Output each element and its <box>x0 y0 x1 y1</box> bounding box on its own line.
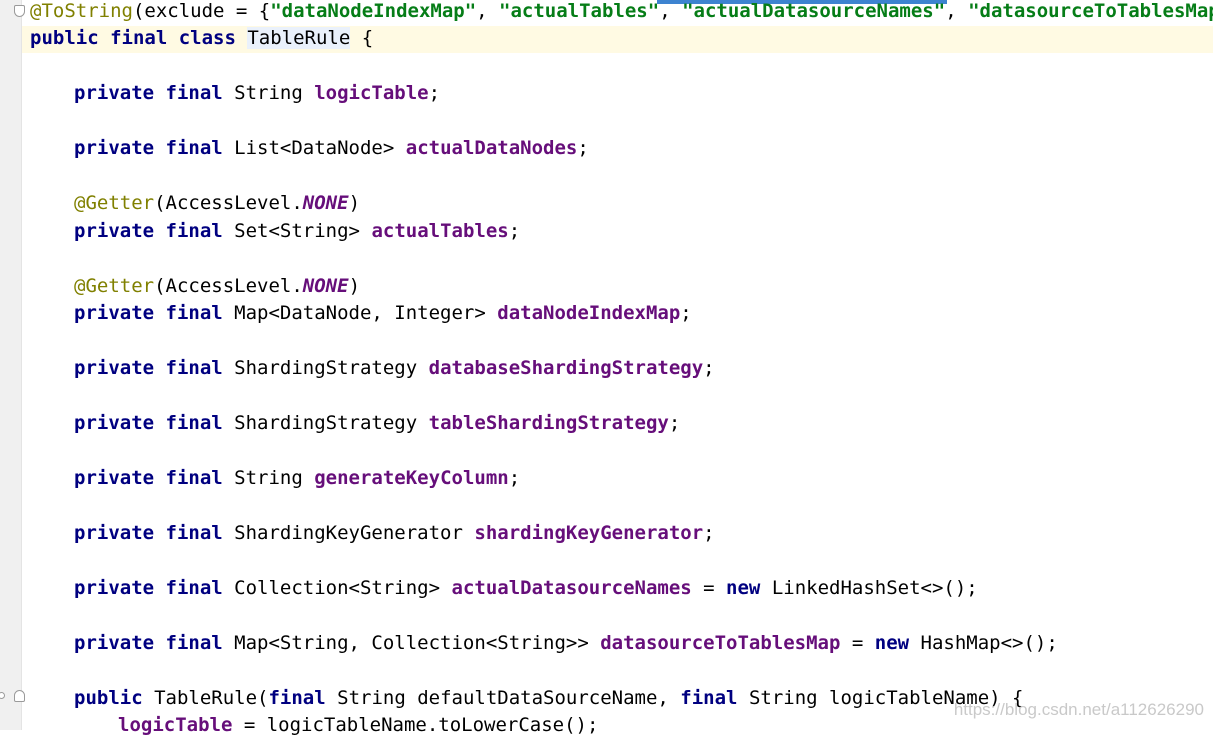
type-name: String <box>234 467 315 489</box>
code-text: ; <box>680 302 692 324</box>
field-name: datasourceToTablesMap <box>600 632 841 654</box>
field-name: actualDatasourceNames <box>451 577 692 599</box>
code-text: LinkedHashSet<>(); <box>760 577 978 599</box>
code-line-field[interactable]: private final ShardingKeyGenerator shard… <box>74 520 715 547</box>
type-name: Map<String, Collection<String>> <box>234 632 601 654</box>
keyword: final <box>268 687 326 709</box>
keyword: private final <box>74 137 235 159</box>
type-name: Collection<String> <box>234 577 452 599</box>
keyword: private final <box>74 577 235 599</box>
code-line-tostring[interactable]: @ToString(exclude = {"dataNodeIndexMap",… <box>30 0 1213 25</box>
code-text: (exclude = { <box>132 0 271 22</box>
keyword: private final <box>74 522 235 544</box>
annotation: @Getter <box>74 275 155 297</box>
code-text: ; <box>668 412 681 434</box>
code-text: HashMap<>(); <box>909 632 1058 654</box>
code-text: = <box>840 632 875 654</box>
keyword: private final <box>74 357 235 379</box>
code-line-field[interactable]: private final ShardingStrategy tableShar… <box>74 410 680 437</box>
code-text: = <box>691 577 727 599</box>
fold-marker-icon[interactable] <box>14 690 25 702</box>
keyword: public final class <box>30 27 248 49</box>
code-line-field[interactable]: private final List<DataNode> actualDataN… <box>74 135 589 162</box>
field-name: logicTable <box>314 82 429 104</box>
code-text: , <box>945 0 969 22</box>
keyword: private final <box>74 302 235 324</box>
code-text: ; <box>703 357 715 379</box>
keyword: new <box>726 577 761 599</box>
keyword: private final <box>74 82 235 104</box>
code-text: = logicTableName.toLowerCase(); <box>232 714 599 736</box>
code-text: { <box>350 27 374 49</box>
type-name: ShardingKeyGenerator <box>234 522 475 544</box>
method-name: TableRule( <box>142 687 269 709</box>
type-name: List<DataNode> <box>234 137 406 159</box>
code-text: ; <box>508 467 521 489</box>
code-line-class-decl[interactable]: public final class TableRule { <box>30 25 373 52</box>
code-line-field[interactable]: private final ShardingStrategy databaseS… <box>74 355 715 382</box>
field-name: shardingKeyGenerator <box>474 522 704 544</box>
field-name: tableShardingStrategy <box>428 412 669 434</box>
keyword: new <box>874 632 910 654</box>
keyword: private final <box>74 412 235 434</box>
code-line-annotation[interactable]: @Getter(AccessLevel.NONE) <box>74 273 360 300</box>
code-line-field[interactable]: private final Map<String, Collection<Str… <box>74 630 1058 657</box>
code-line-field[interactable]: private final Set<String> actualTables; <box>74 218 520 245</box>
enum-constant: NONE <box>302 275 349 297</box>
keyword: public <box>74 687 143 709</box>
editor-gutter <box>0 0 22 730</box>
code-line-field[interactable]: private final Map<DataNode, Integer> dat… <box>74 300 692 327</box>
fold-marker-icon[interactable] <box>14 5 25 17</box>
watermark: https://blog.csdn.net/a112626290 <box>953 700 1204 719</box>
code-text: , <box>476 0 500 22</box>
keyword: private final <box>74 467 235 489</box>
code-text: , <box>659 0 683 22</box>
field-name: dataNodeIndexMap <box>497 302 681 324</box>
code-line-field[interactable]: private final String logicTable; <box>74 80 440 107</box>
enum-constant: NONE <box>302 192 349 214</box>
string-literal: "actualDatasourceNames" <box>682 0 946 22</box>
code-text: ; <box>577 137 589 159</box>
field-name: databaseShardingStrategy <box>428 357 704 379</box>
code-line-ctor-body[interactable]: logicTable = logicTableName.toLowerCase(… <box>118 712 598 739</box>
code-text: ; <box>508 220 521 242</box>
code-line-field[interactable]: private final String generateKeyColumn; <box>74 465 520 492</box>
type-name: Set<String> <box>234 220 372 242</box>
code-text: ; <box>703 522 715 544</box>
type-name: Map<DataNode, Integer> <box>234 302 498 324</box>
keyword: final <box>680 687 738 709</box>
annotation: @Getter <box>74 192 155 214</box>
type-name: ShardingStrategy <box>234 357 429 379</box>
code-line-constructor[interactable]: public TableRule(final String defaultDat… <box>74 685 1023 712</box>
field-name: actualTables <box>371 220 509 242</box>
code-text: (AccessLevel. <box>154 192 303 214</box>
string-literal: "datasourceToTablesMap" <box>968 0 1213 22</box>
code-text: (AccessLevel. <box>154 275 303 297</box>
code-text: String defaultDataSourceName, <box>325 687 681 709</box>
code-text: ) <box>348 275 361 297</box>
class-name: TableRule <box>247 27 351 49</box>
annotation: @ToString <box>30 0 133 22</box>
string-literal: "actualTables" <box>499 0 660 22</box>
field-name: generateKeyColumn <box>314 467 509 489</box>
field-name: actualDataNodes <box>405 137 578 159</box>
field-name: logicTable <box>118 714 233 736</box>
code-text: ; <box>428 82 441 104</box>
type-name: ShardingStrategy <box>234 412 429 434</box>
keyword: private final <box>74 632 235 654</box>
type-name: String <box>234 82 315 104</box>
string-literal: "dataNodeIndexMap" <box>270 0 477 22</box>
code-line-annotation[interactable]: @Getter(AccessLevel.NONE) <box>74 190 360 217</box>
code-text: ) <box>348 192 361 214</box>
keyword: private final <box>74 220 235 242</box>
code-line-field[interactable]: private final Collection<String> actualD… <box>74 575 978 602</box>
